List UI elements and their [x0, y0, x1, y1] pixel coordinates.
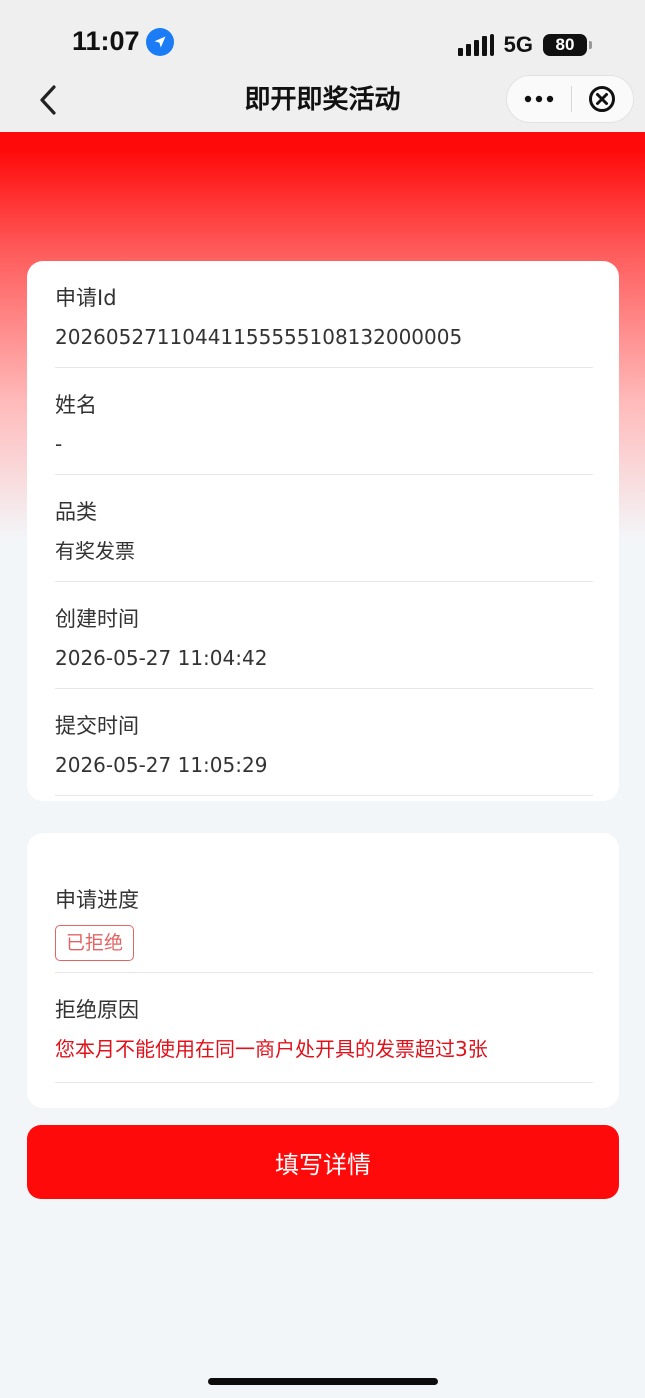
fill-details-button[interactable]: 填写详情 — [27, 1125, 619, 1199]
field-created-time: 创建时间 2026-05-27 11:04:42 — [55, 582, 593, 689]
field-progress: 申请进度 已拒绝 — [55, 863, 593, 973]
signal-strength-icon — [457, 34, 494, 56]
field-label: 提交时间 — [55, 714, 139, 738]
more-dots-icon — [524, 95, 553, 103]
battery-level: 80 — [555, 35, 575, 54]
status-bar-indicators: 5G 80 — [457, 32, 592, 58]
application-status-card: 申请进度 已拒绝 拒绝原因 您本月不能使用在同一商户处开具的发票超过3张 — [27, 833, 619, 1108]
field-label: 申请Id — [55, 286, 117, 310]
status-badge: 已拒绝 — [55, 925, 135, 961]
home-indicator[interactable] — [208, 1378, 438, 1385]
field-application-id: 申请Id 20260527110441155555108132000005 — [55, 261, 593, 368]
rejection-label: 拒绝原因 — [55, 998, 139, 1022]
battery-icon: 80 — [543, 34, 592, 56]
field-label: 品类 — [55, 500, 97, 524]
status-time-text: 11:07 — [72, 26, 140, 56]
field-name: 姓名 - — [55, 368, 593, 475]
field-value: 20260527110441155555108132000005 — [55, 325, 463, 349]
back-button[interactable] — [30, 80, 66, 120]
field-value: 2026-05-27 11:04:42 — [55, 646, 268, 670]
close-circle-icon — [589, 86, 616, 112]
field-value: - — [55, 432, 63, 456]
field-value: 2026-05-27 11:05:29 — [55, 753, 268, 777]
status-bar-time: 11:07 — [72, 26, 174, 57]
more-button[interactable] — [507, 76, 571, 122]
application-details-card: 申请Id 20260527110441155555108132000005 姓名… — [27, 261, 619, 801]
progress-label: 申请进度 — [55, 888, 139, 912]
field-category: 品类 有奖发票 — [55, 475, 593, 582]
field-label: 姓名 — [55, 393, 97, 417]
field-label: 创建时间 — [55, 607, 139, 631]
field-rejection-reason: 拒绝原因 您本月不能使用在同一商户处开具的发票超过3张 — [55, 973, 593, 1083]
field-submitted-time: 提交时间 2026-05-27 11:05:29 — [55, 689, 593, 796]
chevron-left-icon — [40, 85, 56, 115]
close-button[interactable] — [571, 76, 633, 122]
network-type: 5G — [503, 32, 533, 57]
field-value: 有奖发票 — [55, 539, 135, 563]
rejection-reason-text: 您本月不能使用在同一商户处开具的发票超过3张 — [55, 1037, 488, 1061]
location-arrow-icon — [145, 27, 174, 56]
mini-program-capsule — [506, 75, 634, 123]
